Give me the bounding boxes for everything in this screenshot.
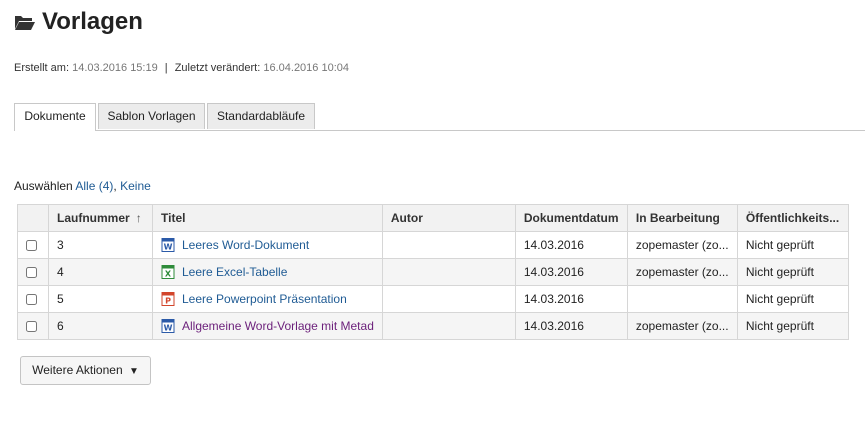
table-row: 6 W Allgemeine Word-Vorlage mit Metad 14… [17, 312, 849, 340]
number-cell: 3 [48, 231, 153, 259]
page-header: Vorlagen [14, 8, 143, 36]
svg-text:X: X [165, 270, 172, 279]
select-none-link[interactable]: Keine [120, 179, 151, 193]
modified-label: Zuletzt verändert: [174, 62, 261, 74]
row-checkbox[interactable] [26, 293, 37, 305]
row-checkbox[interactable] [26, 320, 37, 332]
document-link[interactable]: Leere Powerpoint Präsentation [182, 292, 347, 306]
author-cell [381, 312, 516, 340]
title-cell: W Leeres Word-Dokument [152, 231, 383, 259]
header-laufnummer[interactable]: Laufnummer ↑ [48, 204, 153, 232]
row-select-cell [17, 312, 49, 340]
number-cell: 5 [48, 285, 153, 313]
public-status-cell: Nicht geprüft [736, 231, 849, 259]
folder-open-icon [15, 15, 35, 30]
number-cell: 6 [48, 312, 153, 340]
tab-dokumente[interactable]: Dokumente [14, 103, 96, 131]
word-icon: W [161, 319, 175, 333]
header-in-bearbeitung[interactable]: In Bearbeitung [626, 204, 738, 232]
author-cell [381, 258, 516, 286]
editing-cell: zopemaster (zo... [626, 312, 738, 340]
row-checkbox[interactable] [26, 239, 37, 251]
editing-cell: zopemaster (zo... [626, 231, 738, 259]
svg-text:P: P [165, 297, 171, 306]
document-metadata: Erstellt am: 14.03.2016 15:19 | Zuletzt … [14, 62, 349, 74]
documents-table: Laufnummer ↑ Titel Autor Dokumentdatum In… [17, 204, 849, 340]
select-label: Auswählen [14, 179, 73, 193]
table-header-row: Laufnummer ↑ Titel Autor Dokumentdatum In… [17, 204, 849, 232]
word-icon: W [161, 238, 175, 252]
created-value: 14.03.2016 15:19 [72, 62, 158, 74]
author-cell [381, 285, 516, 313]
sort-ascending-icon: ↑ [135, 211, 142, 225]
document-link[interactable]: Allgemeine Word-Vorlage mit Metad [182, 319, 374, 333]
created-label: Erstellt am: [14, 62, 70, 74]
header-dokumentdatum[interactable]: Dokumentdatum [514, 204, 628, 232]
caret-down-icon: ▼ [128, 366, 139, 377]
selection-controls: Auswählen Alle (4), Keine [14, 179, 151, 193]
row-select-cell [17, 231, 49, 259]
table-row: 4 X Leere Excel-Tabelle 14.03.2016 zopem… [17, 258, 849, 286]
more-actions-button[interactable]: Weitere Aktionen ▼ [20, 356, 151, 385]
document-link[interactable]: Leeres Word-Dokument [182, 238, 309, 252]
row-checkbox[interactable] [26, 266, 37, 278]
date-cell: 14.03.2016 [514, 285, 628, 313]
table-row: 5 P Leere Powerpoint Präsentation 14.03.… [17, 285, 849, 313]
date-cell: 14.03.2016 [514, 231, 628, 259]
title-cell: X Leere Excel-Tabelle [152, 258, 383, 286]
date-cell: 14.03.2016 [514, 258, 628, 286]
tab-standardablaeufe[interactable]: Standardabläufe [207, 103, 315, 129]
svg-text:W: W [164, 324, 173, 333]
header-titel[interactable]: Titel [152, 204, 383, 232]
row-select-cell [17, 258, 49, 286]
select-all-link[interactable]: Alle (4) [75, 179, 113, 193]
modified-value: 16.04.2016 10:04 [263, 62, 349, 74]
excel-icon: X [161, 265, 175, 279]
header-checkbox-column [17, 204, 49, 232]
powerpoint-icon: P [161, 292, 175, 306]
document-link[interactable]: Leere Excel-Tabelle [182, 265, 287, 279]
number-cell: 4 [48, 258, 153, 286]
date-cell: 14.03.2016 [514, 312, 628, 340]
more-actions-label: Weitere Aktionen [32, 363, 123, 377]
public-status-cell: Nicht geprüft [736, 312, 849, 340]
public-status-cell: Nicht geprüft [736, 285, 849, 313]
select-comma: , [113, 179, 117, 193]
editing-cell: zopemaster (zo... [626, 258, 738, 286]
header-oeffentlichkeit[interactable]: Öffentlichkeits... [736, 204, 849, 232]
svg-text:W: W [164, 243, 173, 252]
title-cell: W Allgemeine Word-Vorlage mit Metad [152, 312, 383, 340]
tab-sablon-vorlagen[interactable]: Sablon Vorlagen [98, 103, 205, 129]
page-title: Vorlagen [42, 8, 143, 35]
header-autor[interactable]: Autor [381, 204, 516, 232]
author-cell [381, 231, 516, 259]
meta-separator: | [164, 62, 168, 74]
row-select-cell [17, 285, 49, 313]
table-row: 3 W Leeres Word-Dokument 14.03.2016 zope… [17, 231, 849, 259]
tab-bar: Dokumente Sablon Vorlagen Standardabläuf… [14, 103, 865, 131]
public-status-cell: Nicht geprüft [736, 258, 849, 286]
editing-cell [626, 285, 738, 313]
title-cell: P Leere Powerpoint Präsentation [152, 285, 383, 313]
